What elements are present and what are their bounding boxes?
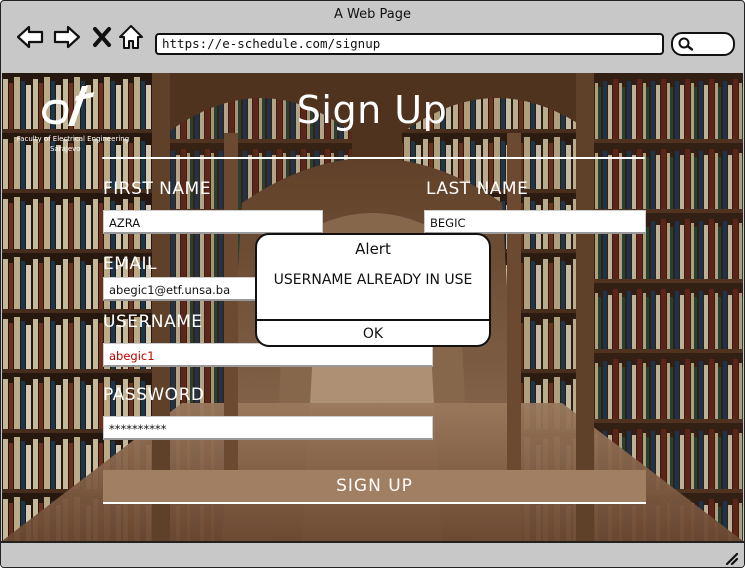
alert-ok-button[interactable]: OK bbox=[257, 323, 489, 345]
faculty-name-line2: Sarajevo bbox=[50, 145, 81, 153]
faculty-name-line1: Faculty of Electrical Engineering bbox=[16, 135, 130, 143]
last-name-label: LAST NAME bbox=[426, 179, 529, 199]
page-viewport: Faculty of Electrical Engineering Saraje… bbox=[2, 73, 743, 541]
faculty-name: Faculty of Electrical Engineering Saraje… bbox=[8, 134, 138, 154]
back-arrow-icon[interactable] bbox=[15, 23, 44, 51]
search-icon bbox=[678, 37, 694, 51]
url-input[interactable]: https://e-schedule.com/signup bbox=[155, 33, 664, 55]
alert-dialog: Alert USERNAME ALREADY IN USE OK bbox=[255, 233, 491, 347]
title-divider bbox=[102, 157, 645, 159]
home-icon[interactable] bbox=[117, 23, 145, 51]
first-name-field[interactable]: AZRA bbox=[103, 210, 323, 234]
alert-divider bbox=[257, 319, 489, 321]
page-title: Sign Up bbox=[296, 88, 448, 132]
sign-up-button[interactable]: SIGN UP bbox=[103, 470, 646, 504]
status-bar bbox=[1, 541, 744, 567]
alert-message: USERNAME ALREADY IN USE bbox=[273, 272, 473, 288]
faculty-logo bbox=[41, 86, 94, 126]
first-name-label: FIRST NAME bbox=[103, 179, 211, 199]
resize-grip-icon[interactable] bbox=[724, 551, 738, 565]
email-label: EMAIL bbox=[103, 254, 158, 274]
close-x-icon[interactable] bbox=[91, 23, 119, 51]
browser-window: A Web Page https://e-schedule.com/signup bbox=[0, 0, 745, 568]
username-label: USERNAME bbox=[103, 312, 203, 332]
alert-title: Alert bbox=[355, 240, 391, 258]
search-box[interactable] bbox=[671, 32, 735, 56]
email-field[interactable]: abegic1@etf.unsa.ba bbox=[103, 277, 263, 301]
forward-arrow-icon[interactable] bbox=[52, 23, 81, 51]
password-field[interactable]: ********** bbox=[103, 416, 433, 440]
last-name-field[interactable]: BEGIC bbox=[424, 210, 646, 234]
password-label: PASSWORD bbox=[103, 385, 205, 405]
